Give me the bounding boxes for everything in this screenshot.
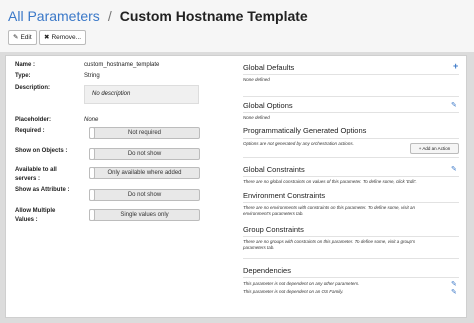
prog-options-title: Programmatically Generated Options (243, 126, 367, 135)
allow-multiple-label-line2: Values : (15, 217, 38, 223)
allow-multiple-toggle-label: Single values only (120, 212, 169, 218)
add-action-label: Add an Action (422, 146, 451, 151)
show-as-attribute-toggle-label: Do not show (127, 192, 162, 198)
parameter-panel: Name : custom_hostname_template Type: St… (5, 55, 467, 318)
group-constraints-note-line2: parameters tab. (243, 245, 275, 250)
close-icon: ✖ (44, 34, 50, 41)
divider (243, 157, 459, 158)
edit-button-label: Edit (20, 34, 32, 41)
divider (243, 277, 459, 278)
available-label-line1: Available to all (15, 167, 57, 173)
toggle-knob (89, 209, 95, 221)
required-label: Required : (15, 128, 45, 134)
description-field: No description (84, 85, 199, 104)
toggle-knob (89, 189, 95, 201)
header-bar: All Parameters / Custom Hostname Template … (0, 0, 474, 52)
breadcrumb-separator: / (107, 8, 112, 24)
divider (243, 202, 459, 203)
name-value: custom_hostname_template (84, 62, 160, 68)
placeholder-value: None (84, 117, 99, 123)
required-toggle[interactable]: Not required (89, 127, 200, 139)
show-as-attribute-label: Show as Attribute : (15, 187, 70, 193)
description-label: Description: (15, 85, 51, 91)
prog-options-note: Options are not generated by any orchest… (243, 141, 354, 146)
env-constraints-note-line2: environment's parameters tab. (243, 211, 304, 216)
dependencies-title: Dependencies (243, 266, 291, 275)
toggle-knob (89, 127, 95, 139)
allow-multiple-label-line1: Allow Multiple (15, 208, 56, 214)
pencil-icon[interactable]: ✎ (451, 280, 457, 288)
toggle-knob (89, 167, 95, 179)
available-toggle-label: Only available where added (107, 170, 182, 176)
placeholder-label: Placeholder: (15, 117, 52, 123)
env-constraints-title: Environment Constraints (243, 191, 326, 200)
divider (243, 96, 459, 97)
divider (243, 258, 459, 259)
type-value: String (84, 73, 100, 79)
allow-multiple-toggle[interactable]: Single values only (89, 209, 200, 221)
divider (243, 138, 459, 139)
allow-multiple-label: Allow Multiple Values : (15, 207, 55, 225)
show-on-objects-label: Show on Objects : (15, 148, 68, 154)
show-on-objects-toggle[interactable]: Do not show (89, 148, 200, 160)
breadcrumb-all-parameters-link[interactable]: All Parameters (8, 8, 100, 24)
dependencies-note-line1: This parameter is not dependent on any o… (243, 281, 360, 286)
available-to-all-label: Available to all servers : (15, 166, 57, 184)
dependencies-note-line2: This parameter is not dependent on an OS… (243, 289, 344, 294)
toggle-knob (89, 148, 95, 160)
group-constraints-note-line1: There are no groups with constraints on … (243, 239, 416, 244)
global-defaults-note: None defined (243, 77, 270, 82)
page-title: Custom Hostname Template (119, 8, 308, 24)
remove-button-label: Remove... (51, 34, 82, 41)
show-on-objects-toggle-label: Do not show (127, 151, 162, 157)
env-constraints-note-line1: There are no environments with constrain… (243, 205, 416, 210)
global-options-title: Global Options (243, 101, 293, 110)
global-options-note: None defined (243, 115, 270, 120)
global-constraints-title: Global Constraints (243, 165, 305, 174)
breadcrumb: All Parameters / Custom Hostname Template (8, 8, 308, 24)
divider (243, 112, 459, 113)
show-as-attribute-toggle[interactable]: Do not show (89, 189, 200, 201)
add-action-button[interactable]: + Add an Action (410, 143, 459, 154)
group-constraints-title: Group Constraints (243, 225, 304, 234)
available-label-line2: servers : (15, 176, 41, 182)
global-constraints-note: There are no global constraints on value… (243, 179, 417, 184)
divider (243, 74, 459, 75)
remove-button[interactable]: ✖ Remove... (39, 30, 87, 45)
pencil-icon[interactable]: ✎ (451, 101, 457, 109)
global-defaults-title: Global Defaults (243, 63, 295, 72)
required-toggle-label: Not required (127, 130, 162, 136)
edit-button[interactable]: ✎ Edit (8, 30, 37, 45)
type-label: Type: (15, 73, 31, 79)
pencil-icon: ✎ (13, 34, 19, 41)
divider (243, 176, 459, 177)
divider (243, 236, 459, 237)
plus-icon[interactable]: + (453, 61, 458, 71)
pencil-icon[interactable]: ✎ (451, 288, 457, 296)
available-toggle[interactable]: Only available where added (89, 167, 200, 179)
pencil-icon[interactable]: ✎ (451, 165, 457, 173)
name-label: Name : (15, 62, 36, 68)
